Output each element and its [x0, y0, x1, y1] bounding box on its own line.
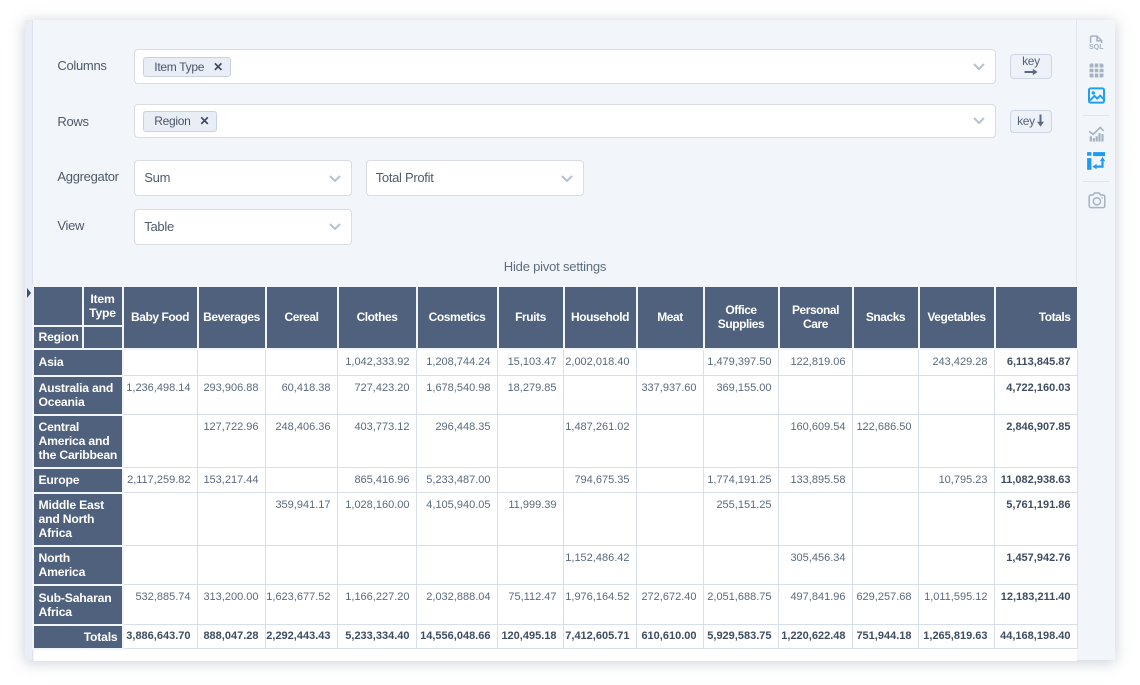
svg-text:SQL: SQL: [1089, 44, 1104, 50]
